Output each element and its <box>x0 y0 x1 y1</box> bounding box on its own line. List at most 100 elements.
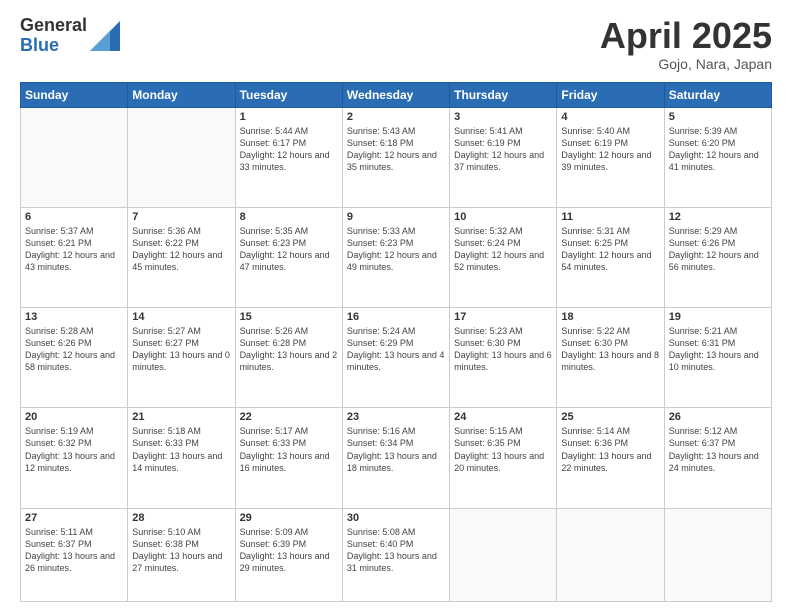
logo-general: General <box>20 16 87 36</box>
day-number: 7 <box>132 211 230 223</box>
calendar-cell: 23 Sunrise: 5:16 AM Sunset: 6:34 PM Dayli… <box>342 408 449 508</box>
calendar-cell: 7 Sunrise: 5:36 AM Sunset: 6:22 PM Daylig… <box>128 207 235 307</box>
day-number: 18 <box>561 311 659 323</box>
logo: General Blue <box>20 16 120 56</box>
day-number: 28 <box>132 512 230 524</box>
day-number: 23 <box>347 411 445 423</box>
day-number: 2 <box>347 111 445 123</box>
day-info: Sunrise: 5:32 AM Sunset: 6:24 PM Dayligh… <box>454 225 552 274</box>
day-number: 26 <box>669 411 767 423</box>
day-number: 6 <box>25 211 123 223</box>
calendar-cell: 12Sunrise: 5:29 AM Sunset: 6:26 PM Dayli… <box>664 207 771 307</box>
calendar-cell: 21Sunrise: 5:18 AM Sunset: 6:33 PM Dayli… <box>128 408 235 508</box>
calendar-cell: 27Sunrise: 5:11 AM Sunset: 6:37 PM Dayli… <box>21 508 128 601</box>
day-info: Sunrise: 5:24 AM Sunset: 6:29 PM Dayligh… <box>347 325 445 374</box>
day-info: Sunrise: 5:28 AM Sunset: 6:26 PM Dayligh… <box>25 325 123 374</box>
day-info: Sunrise: 5:14 AM Sunset: 6:36 PM Dayligh… <box>561 425 659 474</box>
calendar-location: Gojo, Nara, Japan <box>600 56 772 72</box>
day-info: Sunrise: 5:11 AM Sunset: 6:37 PM Dayligh… <box>25 526 123 575</box>
calendar-cell: 24Sunrise: 5:15 AM Sunset: 6:35 PM Dayli… <box>450 408 557 508</box>
day-info: Sunrise: 5:08 AM Sunset: 6:40 PM Dayligh… <box>347 526 445 575</box>
calendar-cell: 2 Sunrise: 5:43 AM Sunset: 6:18 PM Daylig… <box>342 107 449 207</box>
day-number: 19 <box>669 311 767 323</box>
header-row: SundayMondayTuesdayWednesdayThursdayFrid… <box>21 82 772 107</box>
day-info: Sunrise: 5:37 AM Sunset: 6:21 PM Dayligh… <box>25 225 123 274</box>
day-info: Sunrise: 5:29 AM Sunset: 6:26 PM Dayligh… <box>669 225 767 274</box>
calendar-cell <box>128 107 235 207</box>
day-info: Sunrise: 5:27 AM Sunset: 6:27 PM Dayligh… <box>132 325 230 374</box>
weekday-header: Wednesday <box>342 82 449 107</box>
day-number: 16 <box>347 311 445 323</box>
day-info: Sunrise: 5:21 AM Sunset: 6:31 PM Dayligh… <box>669 325 767 374</box>
day-number: 25 <box>561 411 659 423</box>
day-number: 22 <box>240 411 338 423</box>
calendar-cell: 29 Sunrise: 5:09 AM Sunset: 6:39 PM Dayli… <box>235 508 342 601</box>
calendar-cell <box>450 508 557 601</box>
day-number: 5 <box>669 111 767 123</box>
calendar-cell <box>21 107 128 207</box>
day-number: 29 <box>240 512 338 524</box>
day-number: 15 <box>240 311 338 323</box>
calendar-cell: 26 Sunrise: 5:12 AM Sunset: 6:37 PM Dayli… <box>664 408 771 508</box>
weekday-header: Sunday <box>21 82 128 107</box>
day-info: Sunrise: 5:23 AM Sunset: 6:30 PM Dayligh… <box>454 325 552 374</box>
calendar-cell: 5 Sunrise: 5:39 AM Sunset: 6:20 PM Daylig… <box>664 107 771 207</box>
day-number: 3 <box>454 111 552 123</box>
calendar-cell: 22Sunrise: 5:17 AM Sunset: 6:33 PM Dayli… <box>235 408 342 508</box>
day-info: Sunrise: 5:33 AM Sunset: 6:23 PM Dayligh… <box>347 225 445 274</box>
day-number: 14 <box>132 311 230 323</box>
day-info: Sunrise: 5:43 AM Sunset: 6:18 PM Dayligh… <box>347 125 445 174</box>
day-info: Sunrise: 5:22 AM Sunset: 6:30 PM Dayligh… <box>561 325 659 374</box>
day-info: Sunrise: 5:16 AM Sunset: 6:34 PM Dayligh… <box>347 425 445 474</box>
calendar-cell: 19 Sunrise: 5:21 AM Sunset: 6:31 PM Dayli… <box>664 308 771 408</box>
calendar-table: SundayMondayTuesdayWednesdayThursdayFrid… <box>20 82 772 602</box>
calendar-cell: 14 Sunrise: 5:27 AM Sunset: 6:27 PM Dayli… <box>128 308 235 408</box>
day-info: Sunrise: 5:39 AM Sunset: 6:20 PM Dayligh… <box>669 125 767 174</box>
weekday-header: Monday <box>128 82 235 107</box>
calendar-cell: 3 Sunrise: 5:41 AM Sunset: 6:19 PM Daylig… <box>450 107 557 207</box>
calendar-cell: 1Sunrise: 5:44 AM Sunset: 6:17 PM Daylig… <box>235 107 342 207</box>
day-info: Sunrise: 5:09 AM Sunset: 6:39 PM Dayligh… <box>240 526 338 575</box>
day-number: 17 <box>454 311 552 323</box>
calendar-cell: 4 Sunrise: 5:40 AM Sunset: 6:19 PM Daylig… <box>557 107 664 207</box>
day-number: 30 <box>347 512 445 524</box>
day-number: 10 <box>454 211 552 223</box>
day-number: 8 <box>240 211 338 223</box>
day-number: 9 <box>347 211 445 223</box>
calendar-cell: 11Sunrise: 5:31 AM Sunset: 6:25 PM Dayli… <box>557 207 664 307</box>
day-info: Sunrise: 5:41 AM Sunset: 6:19 PM Dayligh… <box>454 125 552 174</box>
weekday-header: Friday <box>557 82 664 107</box>
calendar-cell: 18 Sunrise: 5:22 AM Sunset: 6:30 PM Dayli… <box>557 308 664 408</box>
day-info: Sunrise: 5:10 AM Sunset: 6:38 PM Dayligh… <box>132 526 230 575</box>
calendar-cell: 30 Sunrise: 5:08 AM Sunset: 6:40 PM Dayli… <box>342 508 449 601</box>
calendar-cell: 10 Sunrise: 5:32 AM Sunset: 6:24 PM Dayli… <box>450 207 557 307</box>
day-number: 20 <box>25 411 123 423</box>
logo-text: General Blue <box>20 16 87 56</box>
day-info: Sunrise: 5:26 AM Sunset: 6:28 PM Dayligh… <box>240 325 338 374</box>
day-info: Sunrise: 5:36 AM Sunset: 6:22 PM Dayligh… <box>132 225 230 274</box>
day-number: 11 <box>561 211 659 223</box>
day-number: 4 <box>561 111 659 123</box>
day-info: Sunrise: 5:40 AM Sunset: 6:19 PM Dayligh… <box>561 125 659 174</box>
page: General Blue April 2025 Gojo, Nara, Japa… <box>0 0 792 612</box>
logo-blue: Blue <box>20 36 87 56</box>
logo-icon <box>90 21 120 51</box>
calendar-cell: 20 Sunrise: 5:19 AM Sunset: 6:32 PM Dayli… <box>21 408 128 508</box>
calendar-cell: 25 Sunrise: 5:14 AM Sunset: 6:36 PM Dayli… <box>557 408 664 508</box>
weekday-header: Tuesday <box>235 82 342 107</box>
calendar-cell <box>557 508 664 601</box>
title-block: April 2025 Gojo, Nara, Japan <box>600 16 772 72</box>
calendar-cell: 17 Sunrise: 5:23 AM Sunset: 6:30 PM Dayli… <box>450 308 557 408</box>
header: General Blue April 2025 Gojo, Nara, Japa… <box>20 16 772 72</box>
calendar-title: April 2025 <box>600 16 772 56</box>
day-number: 24 <box>454 411 552 423</box>
day-info: Sunrise: 5:12 AM Sunset: 6:37 PM Dayligh… <box>669 425 767 474</box>
day-info: Sunrise: 5:35 AM Sunset: 6:23 PM Dayligh… <box>240 225 338 274</box>
calendar-cell <box>664 508 771 601</box>
calendar-cell: 15 Sunrise: 5:26 AM Sunset: 6:28 PM Dayli… <box>235 308 342 408</box>
day-info: Sunrise: 5:19 AM Sunset: 6:32 PM Dayligh… <box>25 425 123 474</box>
calendar-cell: 8 Sunrise: 5:35 AM Sunset: 6:23 PM Daylig… <box>235 207 342 307</box>
calendar-cell: 16 Sunrise: 5:24 AM Sunset: 6:29 PM Dayli… <box>342 308 449 408</box>
weekday-header: Thursday <box>450 82 557 107</box>
calendar-cell: 6 Sunrise: 5:37 AM Sunset: 6:21 PM Daylig… <box>21 207 128 307</box>
